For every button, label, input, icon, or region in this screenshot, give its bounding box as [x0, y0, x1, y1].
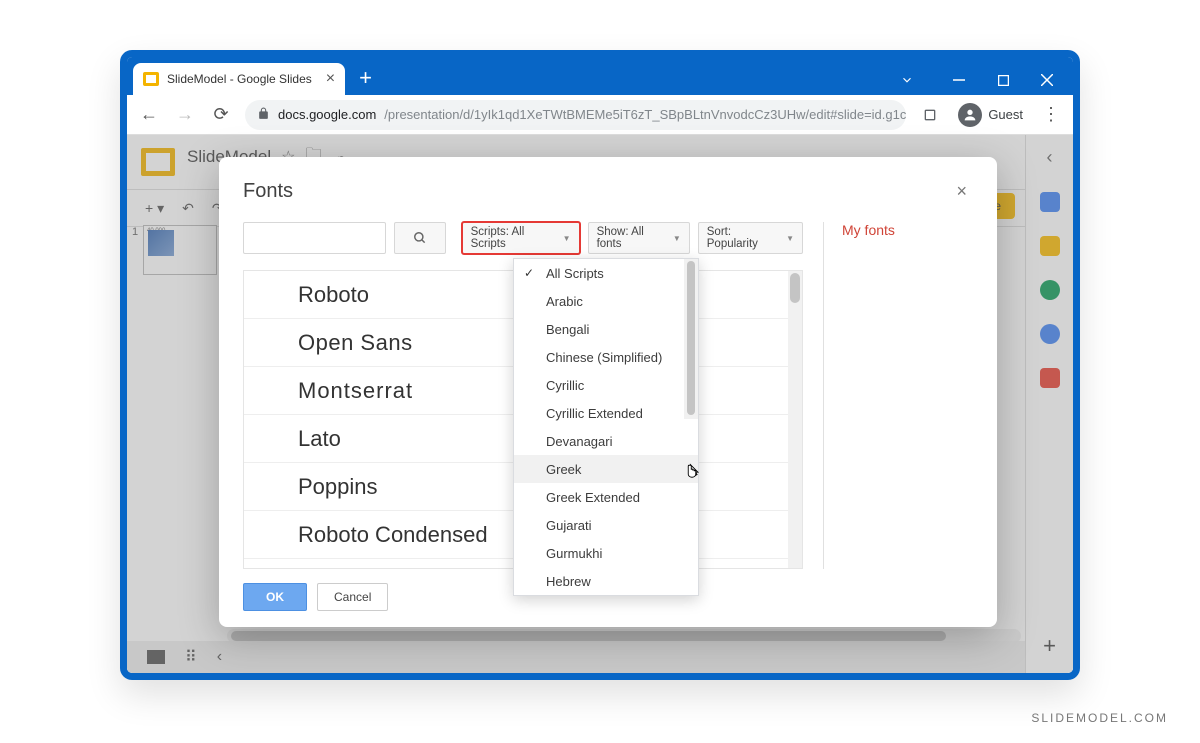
- script-option[interactable]: Cyrillic: [514, 371, 698, 399]
- thumb-image: [148, 230, 174, 256]
- profile-button[interactable]: Guest: [954, 101, 1027, 129]
- script-option[interactable]: Greek Extended: [514, 483, 698, 511]
- my-fonts-heading: My fonts: [842, 222, 895, 238]
- caret-down-icon: ▼: [786, 234, 794, 243]
- titlebar: SlideModel - Google Slides × +: [127, 57, 1073, 95]
- url-host: docs.google.com: [278, 107, 376, 122]
- new-tab-button[interactable]: +: [345, 61, 386, 95]
- watermark: SLIDEMODEL.COM: [1031, 711, 1168, 725]
- maximize-button[interactable]: [981, 65, 1025, 95]
- side-panel: ‹ +: [1025, 135, 1073, 673]
- caret-down-icon: ▼: [673, 234, 681, 243]
- collapse-rail-icon[interactable]: ‹: [1047, 147, 1053, 168]
- list-scrollbar[interactable]: [788, 271, 802, 568]
- my-fonts-panel: My fonts: [823, 222, 973, 569]
- close-window-button[interactable]: [1025, 65, 1069, 95]
- tab-strip: SlideModel - Google Slides × +: [127, 61, 386, 95]
- scripts-menu: ✓All ScriptsArabicBengaliChinese (Simpli…: [513, 258, 699, 596]
- new-slide-button[interactable]: + ▾: [139, 196, 170, 221]
- script-option[interactable]: Chinese (Simplified): [514, 343, 698, 371]
- script-option[interactable]: Gujarati: [514, 511, 698, 539]
- url-path: /presentation/d/1yIk1qd1XeTWtBMEMe5iT6zT…: [384, 107, 906, 122]
- script-option[interactable]: Cyrillic Extended: [514, 399, 698, 427]
- sort-dropdown[interactable]: Sort: Popularity▼: [698, 222, 803, 254]
- contacts-icon[interactable]: [1040, 324, 1060, 344]
- lock-icon: [257, 107, 270, 123]
- slides-logo-icon: [141, 148, 175, 176]
- slide-thumbnails: 1 40,000...: [137, 225, 217, 275]
- url-bar: ← → ⟳ docs.google.com/presentation/d/1yI…: [127, 95, 1073, 135]
- font-controls: Scripts: All Scripts▼ Show: All fonts▼ S…: [243, 222, 803, 254]
- tab-close-icon[interactable]: ×: [326, 70, 335, 88]
- reload-button[interactable]: ⟳: [209, 103, 233, 127]
- script-option[interactable]: Devanagari: [514, 427, 698, 455]
- bottom-bar: ⠿ ‹: [127, 641, 1025, 673]
- script-option[interactable]: Arabic: [514, 287, 698, 315]
- chevron-down-icon[interactable]: [885, 65, 929, 95]
- address-field[interactable]: docs.google.com/presentation/d/1yIk1qd1X…: [245, 100, 906, 130]
- script-option[interactable]: Bengali: [514, 315, 698, 343]
- grid-view-icon[interactable]: ⠿: [185, 647, 197, 667]
- collapse-panel-icon[interactable]: ‹: [217, 648, 222, 666]
- minimize-button[interactable]: [937, 65, 981, 95]
- tab-title: SlideModel - Google Slides: [167, 72, 312, 86]
- slide-number: 1: [132, 226, 138, 238]
- cancel-button[interactable]: Cancel: [317, 583, 388, 611]
- menu-icon[interactable]: ⋮: [1039, 103, 1063, 127]
- tasks-icon[interactable]: [1040, 280, 1060, 300]
- undo-button[interactable]: ↶: [176, 196, 200, 221]
- dialog-title: Fonts: [243, 180, 293, 203]
- slide-thumbnail[interactable]: 1 40,000...: [143, 225, 217, 275]
- browser-window: SlideModel - Google Slides × + ← → ⟳: [120, 50, 1080, 680]
- caret-down-icon: ▼: [563, 234, 571, 243]
- browser-tab[interactable]: SlideModel - Google Slides ×: [133, 63, 345, 95]
- ok-button[interactable]: OK: [243, 583, 307, 611]
- scripts-dropdown[interactable]: Scripts: All Scripts▼: [462, 222, 580, 254]
- maps-icon[interactable]: [1040, 368, 1060, 388]
- fonts-dialog: Fonts × Scripts: All Scripts▼ Show: All …: [219, 157, 997, 627]
- calendar-icon[interactable]: [1040, 192, 1060, 212]
- script-option[interactable]: Hebrew: [514, 567, 698, 595]
- search-button[interactable]: [394, 222, 446, 254]
- script-option[interactable]: Greek: [514, 455, 698, 483]
- font-search-input[interactable]: [243, 222, 386, 254]
- show-dropdown[interactable]: Show: All fonts▼: [588, 222, 690, 254]
- add-addon-icon[interactable]: +: [1043, 633, 1056, 659]
- script-option[interactable]: ✓All Scripts: [514, 259, 698, 287]
- script-option[interactable]: Gurmukhi: [514, 539, 698, 567]
- slides-favicon: [143, 72, 159, 86]
- extensions-icon[interactable]: [918, 103, 942, 127]
- avatar-icon: [958, 103, 982, 127]
- forward-button[interactable]: →: [173, 103, 197, 127]
- guest-label: Guest: [988, 107, 1023, 122]
- keep-icon[interactable]: [1040, 236, 1060, 256]
- dialog-close-button[interactable]: ×: [950, 179, 973, 204]
- filmstrip-view-icon[interactable]: [147, 650, 165, 664]
- window-controls: [885, 65, 1073, 95]
- back-button[interactable]: ←: [137, 103, 161, 127]
- check-icon: ✓: [524, 266, 534, 280]
